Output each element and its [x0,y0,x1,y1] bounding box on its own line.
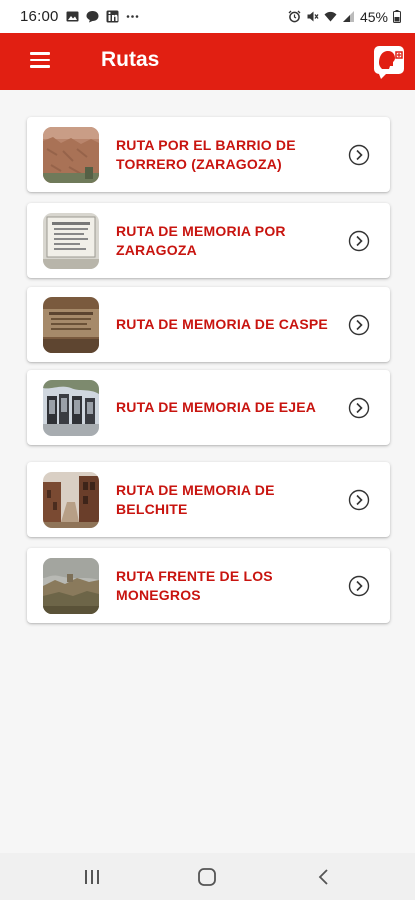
mute-icon [307,11,319,22]
route-card[interactable]: RUTA DE MEMORIA POR ZARAGOZA [27,203,390,278]
hamburger-menu-icon[interactable] [30,52,50,68]
route-label: RUTA DE MEMORIA DE EJEA [116,399,317,415]
back-icon[interactable] [313,866,335,888]
route-card[interactable]: RUTA POR EL BARRIO DE TORRERO (ZARAGOZA) [27,117,390,192]
signal-icon [342,11,354,22]
chevron-right-circle-icon[interactable] [348,230,370,252]
route-label: RUTA DE MEMORIA POR ZARAGOZA [116,222,286,258]
route-label: RUTA DE MEMORIA DE BELCHITE [116,481,275,517]
route-card[interactable]: RUTA FRENTE DE LOS MONEGROS [27,548,390,623]
alarm-icon [288,10,301,23]
route-label: RUTA POR EL BARRIO DE TORRERO (ZARAGOZA) [116,136,296,172]
route-card[interactable]: RUTA DE MEMORIA DE CASPE [27,287,390,362]
chevron-right-circle-icon[interactable] [348,489,370,511]
home-icon[interactable] [196,866,218,888]
chevron-right-circle-icon[interactable] [348,575,370,597]
route-label: RUTA DE MEMORIA DE CASPE [116,316,328,332]
chat-icon [86,11,99,23]
battery-icon [393,10,401,23]
status-time: 16:00 [20,8,59,25]
recent-apps-icon[interactable] [81,866,103,888]
route-card[interactable]: RUTA DE MEMORIA DE BELCHITE [27,462,390,537]
ejea-monument-photo [43,380,99,436]
chevron-right-circle-icon[interactable] [348,314,370,336]
linkedin-icon [106,10,119,23]
belchite-ruins-photo [43,472,99,528]
wifi-icon [324,11,337,22]
caspe-plaque-photo [43,297,99,353]
app-logo-icon [374,46,404,79]
route-label: RUTA FRENTE DE LOS MONEGROS [116,567,273,603]
status-bar: 16:00 45% [0,0,415,33]
battery-percent: 45% [359,8,388,25]
more-dots-icon [126,15,138,18]
system-nav-bar [0,853,415,900]
page-title: Rutas [101,48,160,71]
monegros-landscape-photo [43,558,99,614]
app-bar: Rutas [0,33,415,90]
torrero-wall-photo [43,127,99,183]
gallery-icon [66,11,79,22]
chevron-right-circle-icon[interactable] [348,144,370,166]
chevron-right-circle-icon[interactable] [348,397,370,419]
route-card[interactable]: RUTA DE MEMORIA DE EJEA [27,370,390,445]
memorial-plaque-photo [43,213,99,269]
